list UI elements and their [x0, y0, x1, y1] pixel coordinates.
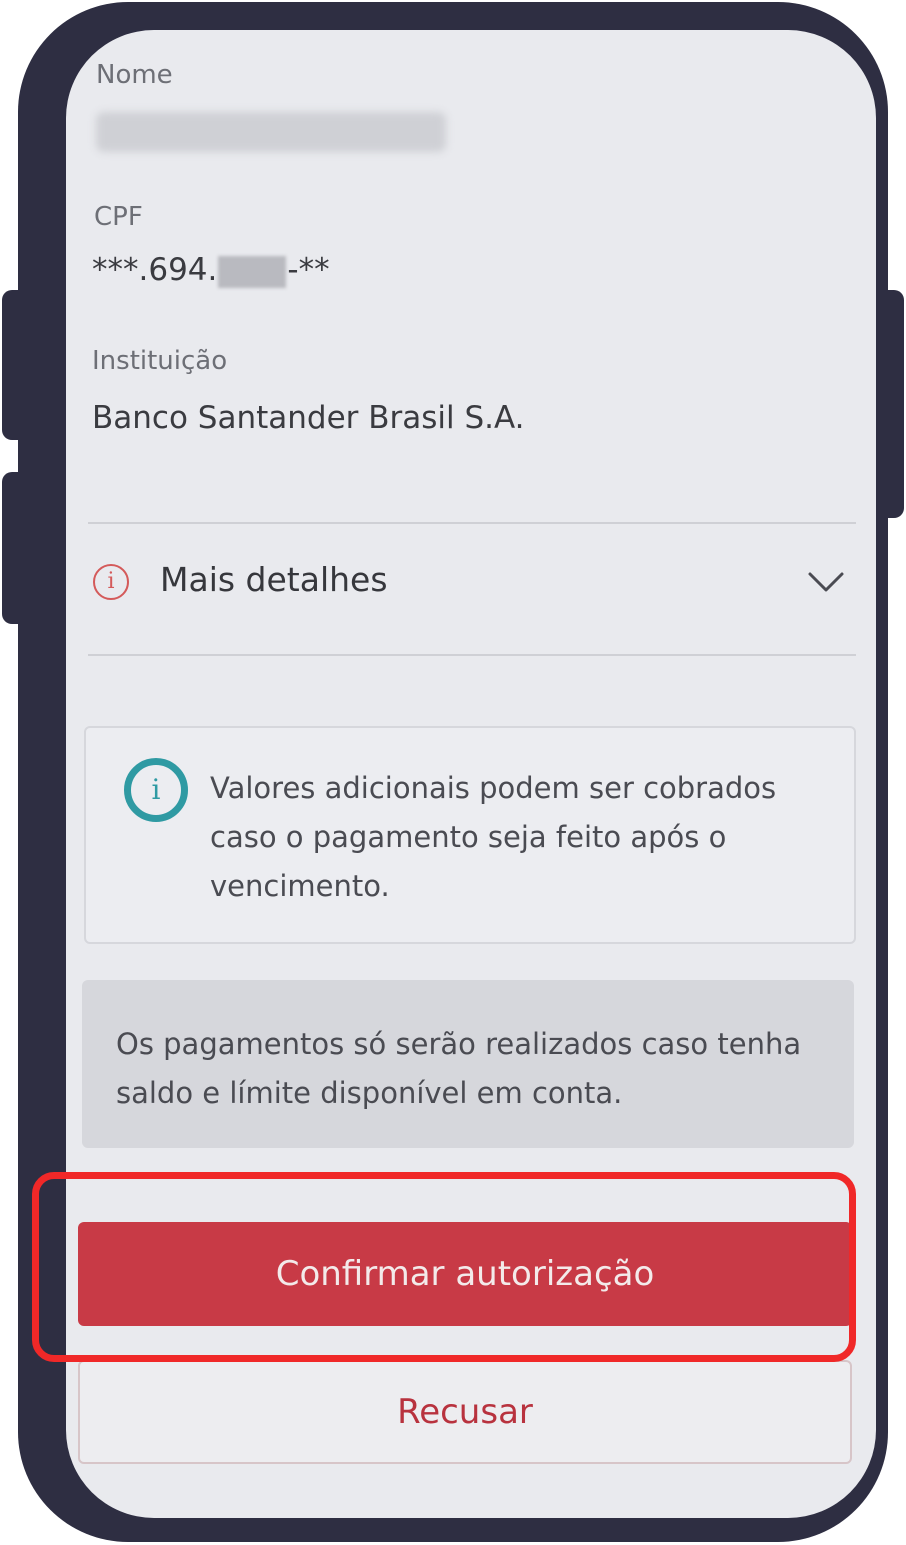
info-notice: i Valores adicionais podem ser cobrados …: [84, 726, 856, 944]
divider-bottom: [88, 654, 856, 656]
cpf-label: CPF: [94, 202, 143, 232]
balance-note-text: Os pagamentos só serão realizados caso t…: [116, 1027, 802, 1110]
name-value-redacted: [96, 112, 446, 152]
highlight-box: [32, 1172, 856, 1362]
cpf-value: ***.694. -**: [92, 252, 330, 288]
cpf-suffix: -**: [287, 252, 330, 288]
institution-value: Banco Santander Brasil S.A.: [92, 400, 525, 436]
divider-top: [88, 522, 856, 524]
balance-note: Os pagamentos só serão realizados caso t…: [82, 980, 854, 1148]
info-outline-icon: i: [93, 564, 129, 600]
more-details-row[interactable]: i Mais detalhes: [88, 526, 856, 656]
institution-label: Instituição: [92, 346, 228, 376]
notice-text: Valores adicionais podem ser cobrados ca…: [210, 771, 777, 903]
info-icon: i: [124, 758, 188, 822]
chevron-down-icon: [808, 572, 844, 592]
refuse-button[interactable]: Recusar: [78, 1360, 852, 1464]
name-label: Nome: [96, 60, 173, 90]
cpf-redacted: [218, 255, 287, 288]
more-details-label: Mais detalhes: [160, 560, 388, 599]
cpf-prefix: ***.694.: [92, 252, 218, 288]
